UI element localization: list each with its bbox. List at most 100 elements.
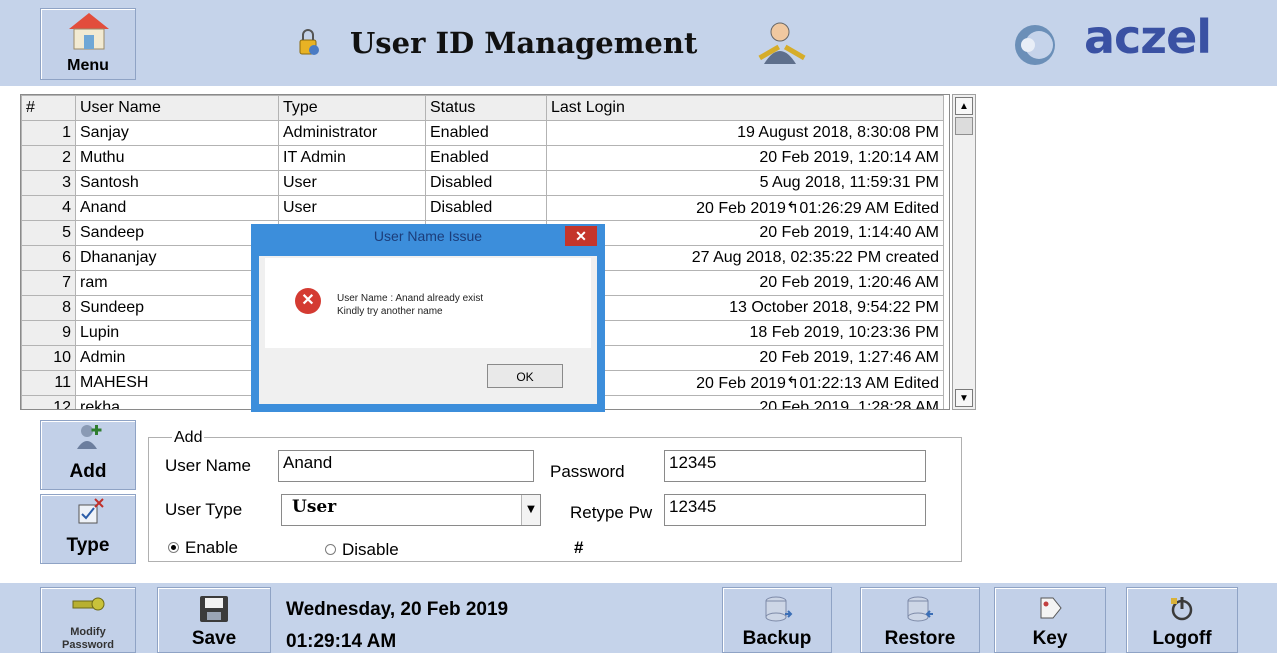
- col-number-header[interactable]: #: [21, 95, 76, 121]
- row-number: 2: [21, 145, 76, 171]
- username-label: User Name: [165, 456, 251, 475]
- add-user-icon: [77, 425, 102, 449]
- usertype-label: User Type: [165, 500, 243, 519]
- users-key-icon: [758, 22, 806, 64]
- disable-radio[interactable]: Disable: [325, 540, 399, 560]
- restore-button[interactable]: Restore: [860, 587, 980, 653]
- col-status-header[interactable]: Status: [425, 95, 547, 121]
- dialog-ok-button[interactable]: OK: [487, 364, 563, 388]
- row-number: 10: [21, 345, 76, 371]
- save-button[interactable]: Save: [157, 587, 271, 653]
- menu-label: Menu: [67, 57, 109, 74]
- row-number: 8: [21, 295, 76, 321]
- row-type: IT Admin: [278, 145, 426, 171]
- password-field[interactable]: 12345: [664, 450, 926, 482]
- row-last-login: 13 October 2018, 9:54:22 PM: [546, 295, 944, 321]
- row-last-login: 20 Feb 2019, 1:27:46 AM: [546, 345, 944, 371]
- logoff-icon: [1171, 597, 1193, 621]
- error-icon: ✕: [295, 288, 321, 314]
- row-number: 3: [21, 170, 76, 196]
- row-username: Lupin: [75, 320, 279, 346]
- footer-bar: Modify Password Save Wednesday, 20 Feb 2…: [0, 583, 1277, 653]
- error-dialog: User Name Issue ✕ ✕ User Name : Anand al…: [251, 224, 605, 412]
- dialog-message-line2: Kindly try another name: [337, 306, 443, 317]
- add-group-legend: Add: [172, 429, 205, 447]
- col-type-header[interactable]: Type: [278, 95, 426, 121]
- page-title: User ID Management: [350, 26, 698, 60]
- row-number: 12: [21, 395, 76, 409]
- backup-label: Backup: [742, 628, 812, 649]
- aczel-logo-icon: [1015, 25, 1055, 65]
- key-tag-icon: [1040, 597, 1062, 619]
- table-row[interactable]: 4 Anand User Disabled 20 Feb 2019↰01:26:29 A…: [21, 195, 944, 221]
- row-username: Sundeep: [75, 295, 279, 321]
- key-button[interactable]: Key: [994, 587, 1106, 653]
- type-label: Type: [66, 535, 110, 556]
- row-last-login: 20 Feb 2019, 1:14:40 AM: [546, 220, 944, 246]
- dialog-message-line1: User Name : Anand already exist: [337, 293, 484, 304]
- home-icon: [69, 13, 109, 50]
- checklist-edit-icon: [78, 498, 104, 524]
- row-last-login: 20 Feb 2019, 1:20:46 AM: [546, 270, 944, 296]
- key-label: Key: [1032, 628, 1068, 649]
- row-last-login: 5 Aug 2018, 11:59:31 PM: [546, 170, 944, 196]
- table-scrollbar[interactable]: ▲ ▼: [952, 94, 976, 410]
- scroll-thumb[interactable]: [955, 117, 973, 135]
- row-type: User: [278, 170, 426, 196]
- col-username-header[interactable]: User Name: [75, 95, 279, 121]
- row-status: Enabled: [425, 120, 547, 146]
- row-username: Anand: [75, 195, 279, 221]
- row-type: User: [278, 195, 426, 221]
- disable-radio-dot[interactable]: [325, 544, 336, 555]
- users-lock-icon: [299, 29, 319, 55]
- modify-password-label: Modify Password: [41, 626, 135, 652]
- scroll-down-icon[interactable]: ▼: [955, 389, 973, 407]
- disable-label: Disable: [342, 540, 399, 559]
- dialog-title: User Name Issue: [373, 228, 483, 244]
- type-button[interactable]: Type: [40, 494, 136, 564]
- username-field[interactable]: Anand: [278, 450, 534, 482]
- col-lastlogin-header[interactable]: Last Login: [546, 95, 944, 121]
- table-row[interactable]: 1 Sanjay Administrator Enabled 19 August 201…: [21, 120, 944, 146]
- retype-label: Retype Pw: [570, 503, 653, 522]
- restore-label: Restore: [884, 628, 956, 649]
- row-status: Disabled: [425, 170, 547, 196]
- table-row[interactable]: 3 Santosh User Disabled 5 Aug 2018, 11:59:31…: [21, 170, 944, 196]
- scroll-up-icon[interactable]: ▲: [955, 97, 973, 115]
- row-number: 1: [21, 120, 76, 146]
- row-last-login: 27 Aug 2018, 02:35:22 PM created: [546, 245, 944, 271]
- row-number: 11: [21, 370, 76, 396]
- usertype-select[interactable]: User ▼: [281, 494, 541, 526]
- id-hash-label: #: [574, 538, 584, 557]
- modify-password-button[interactable]: Modify Password: [40, 587, 136, 653]
- database-backup-icon: [765, 596, 793, 622]
- row-last-login: 20 Feb 2019, 1:28:28 AM: [546, 395, 944, 409]
- row-last-login: 20 Feb 2019, 1:20:14 AM: [546, 145, 944, 171]
- row-username: ram: [75, 270, 279, 296]
- table-header-row: # User Name Type Status Last Login: [21, 95, 944, 121]
- menu-button[interactable]: Menu: [40, 8, 136, 80]
- row-username: Muthu: [75, 145, 279, 171]
- add-button[interactable]: Add: [40, 420, 136, 490]
- enable-radio[interactable]: Enable: [168, 538, 238, 558]
- row-last-login: 19 August 2018, 8:30:08 PM: [546, 120, 944, 146]
- row-type: Administrator: [278, 120, 426, 146]
- row-last-login: 20 Feb 2019↰01:22:13 AM Edited: [546, 370, 944, 396]
- enable-radio-dot[interactable]: [168, 542, 179, 553]
- row-number: 7: [21, 270, 76, 296]
- backup-button[interactable]: Backup: [722, 587, 832, 653]
- row-number: 9: [21, 320, 76, 346]
- row-username: MAHESH: [75, 370, 279, 396]
- retype-password-field[interactable]: 12345: [664, 494, 926, 526]
- chevron-down-icon[interactable]: ▼: [521, 495, 540, 525]
- dialog-message: User Name : Anand already exist Kindly t…: [337, 292, 483, 318]
- row-username: rekha: [75, 395, 279, 409]
- table-row[interactable]: 2 Muthu IT Admin Enabled 20 Feb 2019, 1:20:1…: [21, 145, 944, 171]
- row-username: Admin: [75, 345, 279, 371]
- row-username: Santosh: [75, 170, 279, 196]
- logoff-button[interactable]: Logoff: [1126, 587, 1238, 653]
- current-time: 01:29:14 AM: [286, 631, 397, 652]
- save-label: Save: [191, 628, 237, 649]
- dialog-close-button[interactable]: ✕: [565, 226, 597, 246]
- usertype-value: User: [292, 497, 337, 517]
